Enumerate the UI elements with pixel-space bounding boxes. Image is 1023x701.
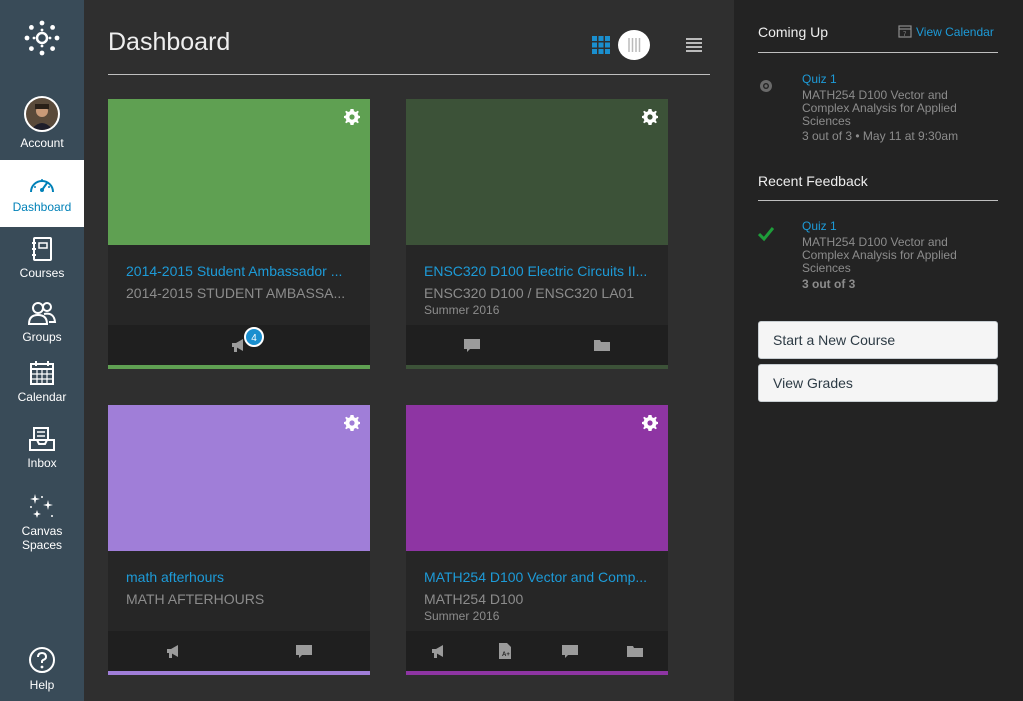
dashboard-main: Dashboard 2014-2015 Student Ambassador .… xyxy=(84,0,734,701)
discussion-icon[interactable] xyxy=(464,337,480,353)
canvas-logo-icon[interactable] xyxy=(24,20,60,56)
card-subtitle: MATH254 D100 xyxy=(424,591,524,607)
card-hero[interactable] xyxy=(108,99,370,245)
card-color-bar xyxy=(406,671,668,675)
view-calendar-label: View Calendar xyxy=(916,25,994,39)
card-title[interactable]: 2014-2015 Student Ambassador ... xyxy=(126,263,352,279)
calendar-icon xyxy=(30,361,54,385)
discussion-icon[interactable] xyxy=(562,643,578,659)
card-term: Summer 2016 xyxy=(424,303,500,317)
checkmark-icon xyxy=(758,227,774,242)
card-actions xyxy=(406,325,668,365)
card-subtitle: 2014-2015 STUDENT AMBASSA... xyxy=(126,285,346,301)
card-body: math afterhours MATH AFTERHOURS xyxy=(108,551,370,631)
help-icon xyxy=(29,647,55,673)
card-hero[interactable] xyxy=(406,405,668,551)
card-hero[interactable] xyxy=(108,405,370,551)
nav-calendar[interactable]: Calendar xyxy=(0,360,84,408)
card-body: ENSC320 D100 Electric Circuits II... ENS… xyxy=(406,245,668,325)
nav-dashboard-label: Dashboard xyxy=(12,200,72,214)
nav-canvas-spaces[interactable]: Canvas Spaces xyxy=(0,492,84,558)
card-title[interactable]: MATH254 D100 Vector and Comp... xyxy=(424,569,650,585)
card-view-icon[interactable] xyxy=(592,36,610,54)
gear-icon[interactable] xyxy=(344,415,360,431)
courses-icon xyxy=(32,237,52,261)
dashboard-icon xyxy=(30,179,54,193)
page-title: Dashboard xyxy=(108,28,231,56)
feedback-item-link[interactable]: Quiz 1 xyxy=(802,219,837,233)
card-color-bar xyxy=(108,671,370,675)
nav-help-label: Help xyxy=(29,678,55,692)
unread-badge: 4 xyxy=(244,327,264,347)
nav-account[interactable]: Account xyxy=(0,96,84,154)
feedback-item-score: 3 out of 3 xyxy=(802,277,856,291)
nav-groups-label: Groups xyxy=(22,330,62,344)
card-title[interactable]: math afterhours xyxy=(126,569,352,585)
header-divider xyxy=(108,74,710,75)
avatar xyxy=(24,96,60,132)
quiz-icon xyxy=(760,80,772,92)
discussion-icon[interactable] xyxy=(296,643,312,659)
view-grades-button[interactable]: View Grades xyxy=(758,364,998,402)
nav-groups[interactable]: Groups xyxy=(0,300,84,346)
announcement-icon[interactable] xyxy=(431,643,447,659)
course-card[interactable]: 2014-2015 Student Ambassador ... 2014-20… xyxy=(108,99,370,369)
view-calendar-link[interactable]: 7 View Calendar xyxy=(898,24,994,41)
card-color-bar xyxy=(406,365,668,369)
user-avatar-icon xyxy=(26,98,58,130)
course-card[interactable]: MATH254 D100 Vector and Comp... MATH254 … xyxy=(406,405,668,675)
svg-text:A+: A+ xyxy=(502,652,510,658)
nav-help[interactable]: Help xyxy=(0,646,84,694)
nav-canvas-spaces-label-2: Spaces xyxy=(21,538,63,552)
recent-feedback-heading: Recent Feedback xyxy=(758,173,868,189)
nav-inbox[interactable]: Inbox xyxy=(0,426,84,474)
sparkle-icon xyxy=(30,494,53,518)
announcement-icon[interactable] xyxy=(166,643,182,659)
card-actions: A+ xyxy=(406,631,668,671)
nav-inbox-label: Inbox xyxy=(27,456,57,470)
nav-canvas-spaces-label-1: Canvas xyxy=(21,524,63,538)
nav-dashboard[interactable]: Dashboard xyxy=(0,160,84,227)
nav-courses[interactable]: Courses xyxy=(0,236,84,286)
recent-activity-view-toggle[interactable] xyxy=(618,30,650,60)
list-view-icon[interactable] xyxy=(686,38,702,52)
card-color-bar xyxy=(108,365,370,369)
card-actions: 4 xyxy=(108,325,370,365)
files-icon[interactable] xyxy=(594,337,610,353)
coming-up-item-course: MATH254 D100 Vector and Complex Analysis… xyxy=(802,88,957,128)
coming-up-heading: Coming Up xyxy=(758,24,829,40)
card-term: Summer 2016 xyxy=(424,609,500,623)
recent-feedback-divider xyxy=(758,200,998,201)
coming-up-item-link[interactable]: Quiz 1 xyxy=(802,72,837,86)
global-nav: Account Dashboard Courses Groups Calenda… xyxy=(0,0,84,701)
course-card[interactable]: math afterhours MATH AFTERHOURS xyxy=(108,405,370,675)
nav-calendar-label: Calendar xyxy=(17,390,67,404)
inbox-icon xyxy=(29,427,55,451)
columns-icon xyxy=(628,38,641,52)
feedback-item-course: MATH254 D100 Vector and Complex Analysis… xyxy=(802,235,957,275)
gear-icon[interactable] xyxy=(344,109,360,125)
card-subtitle: ENSC320 D100 / ENSC320 LA01 xyxy=(424,285,635,301)
coming-up-item-meta: 3 out of 3 • May 11 at 9:30am xyxy=(802,129,959,143)
start-new-course-button[interactable]: Start a New Course xyxy=(758,321,998,359)
card-body: 2014-2015 Student Ambassador ... 2014-20… xyxy=(108,245,370,325)
card-subtitle: MATH AFTERHOURS xyxy=(126,591,265,607)
card-body: MATH254 D100 Vector and Comp... MATH254 … xyxy=(406,551,668,631)
files-icon[interactable] xyxy=(627,643,643,659)
coming-up-divider xyxy=(758,52,998,53)
card-actions xyxy=(108,631,370,671)
right-sidebar: Coming Up 7 View Calendar Quiz 1 MATH254… xyxy=(734,0,1023,701)
course-card[interactable]: ENSC320 D100 Electric Circuits II... ENS… xyxy=(406,99,668,369)
groups-icon xyxy=(27,302,57,325)
assignment-icon[interactable]: A+ xyxy=(497,643,513,659)
nav-courses-label: Courses xyxy=(19,266,65,280)
nav-account-label: Account xyxy=(20,136,64,150)
calendar-small-icon: 7 xyxy=(898,24,912,41)
card-title[interactable]: ENSC320 D100 Electric Circuits II... xyxy=(424,263,650,279)
gear-icon[interactable] xyxy=(642,109,658,125)
gear-icon[interactable] xyxy=(642,415,658,431)
card-hero[interactable] xyxy=(406,99,668,245)
